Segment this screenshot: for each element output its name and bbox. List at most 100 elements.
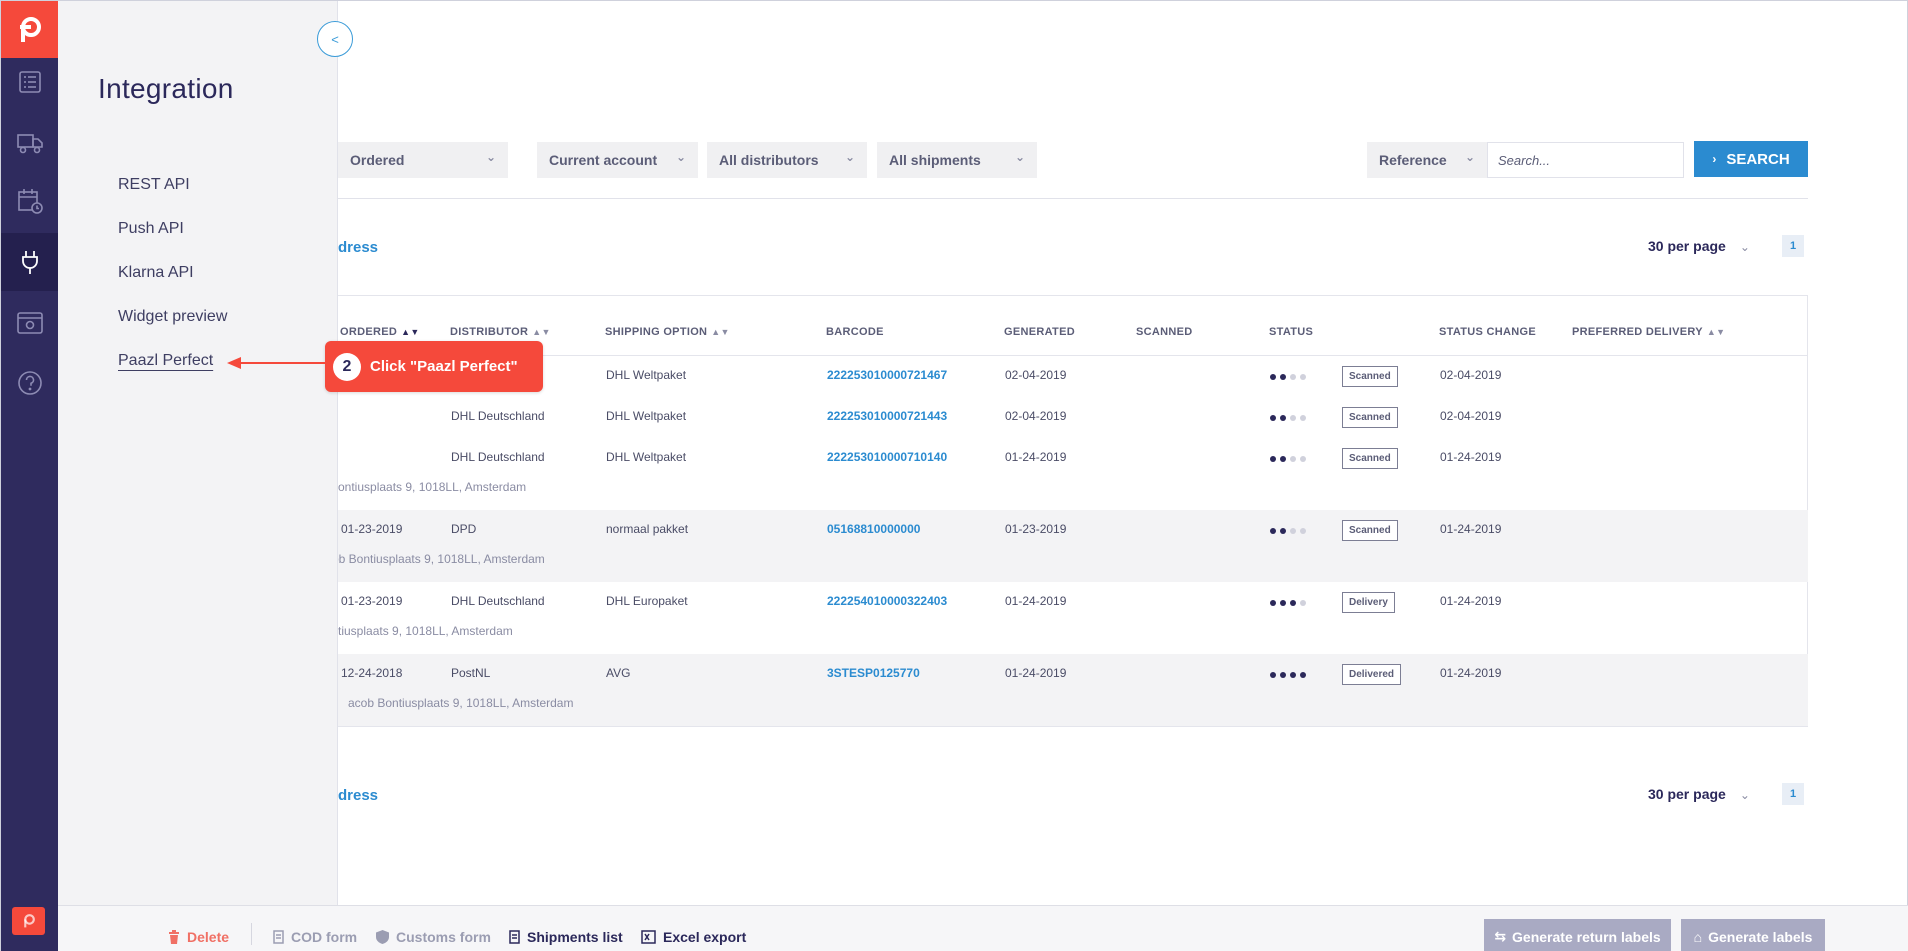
calendar-icon[interactable] [1, 172, 58, 230]
shipments-filter-select[interactable]: All shipments ⌄ [877, 142, 1037, 178]
filters-divider [338, 198, 1808, 199]
cell-ordered: 01-23-2019 [341, 594, 403, 608]
chevron-right-icon: › [1712, 152, 1717, 166]
delete-button[interactable]: Delete [168, 929, 229, 945]
status-filter-value: Ordered [350, 152, 405, 168]
plug-icon[interactable] [1, 233, 58, 291]
account-filter-select[interactable]: Current account ⌄ [537, 142, 698, 178]
cell-generated: 02-04-2019 [1005, 368, 1067, 382]
address-sort-link[interactable]: dress [338, 239, 378, 256]
pagination-page[interactable]: 1 [1782, 783, 1804, 805]
klarna-api-link[interactable]: Klarna API [118, 264, 194, 282]
cell-barcode[interactable]: 222253010000721443 [827, 409, 947, 423]
customs-form-label: Customs form [396, 929, 491, 945]
cell-shipping: DHL Weltpaket [606, 450, 687, 464]
cell-shipping: DHL Weltpaket [606, 368, 687, 382]
header-barcode: BARCODE [826, 326, 884, 338]
status-progress-dots [1270, 374, 1306, 380]
status-progress-dots [1270, 672, 1306, 678]
widget-preview-link[interactable]: Widget preview [118, 308, 227, 326]
orders-list-icon[interactable] [1, 53, 58, 111]
shipments-list-button[interactable]: Shipments list [509, 929, 623, 945]
cell-generated: 01-24-2019 [1005, 594, 1067, 608]
generate-labels-label: Generate labels [1708, 928, 1813, 945]
panel-title: Integration [98, 73, 234, 104]
per-page-select[interactable]: 30 per page ⌄ [1648, 238, 1750, 254]
account-filter-value: Current account [549, 152, 658, 168]
header-shipping-option-label: SHIPPING OPTION [605, 326, 708, 338]
header-status-change: STATUS CHANGE [1439, 326, 1536, 338]
cell-status-change: 01-24-2019 [1440, 594, 1502, 608]
search-button-label: SEARCH [1726, 150, 1790, 168]
cell-ordered: 01-23-2019 [341, 522, 403, 536]
help-icon[interactable] [1, 354, 58, 412]
callout-arrow-icon [227, 357, 329, 369]
header-ordered[interactable]: ORDERED ▲▼ [340, 326, 420, 338]
cell-generated: 01-24-2019 [1005, 666, 1067, 680]
shipments-list-label: Shipments list [527, 929, 623, 945]
status-progress-dots [1270, 528, 1306, 534]
header-status: STATUS [1269, 326, 1314, 338]
header-distributor[interactable]: DISTRIBUTOR ▲▼ [450, 326, 551, 338]
cell-barcode[interactable]: 222254010000322403 [827, 594, 947, 608]
paazl-mini-logo-icon[interactable] [12, 907, 45, 935]
shipment-group[interactable] [338, 582, 1808, 654]
search-field-select[interactable]: Reference ⌄ [1367, 142, 1487, 178]
shipment-group[interactable] [338, 510, 1808, 582]
shield-icon [376, 930, 389, 944]
settings-window-icon[interactable] [1, 294, 58, 352]
app-frame: Integration REST API Push API Klarna API… [0, 0, 1908, 951]
sidebar-rail [1, 1, 58, 951]
cell-barcode[interactable]: 222253010000710140 [827, 450, 947, 464]
shipments-filter-value: All shipments [889, 152, 981, 168]
chevron-down-icon: ⌄ [844, 150, 855, 164]
status-badge: Delivered [1342, 664, 1402, 685]
callout-step-number: 2 [333, 352, 361, 381]
cell-shipping: DHL Weltpaket [606, 409, 687, 423]
cell-distributor: DHL Deutschland [451, 409, 545, 423]
per-page-value: 30 per page [1648, 238, 1726, 254]
generate-labels-button[interactable]: ⌂ Generate labels [1681, 919, 1825, 951]
paazl-perfect-link[interactable]: Paazl Perfect [118, 352, 213, 370]
shipment-group[interactable] [338, 356, 1808, 510]
search-button[interactable]: › SEARCH [1694, 141, 1808, 177]
per-page-select[interactable]: 30 per page ⌄ [1648, 786, 1750, 802]
status-filter-select[interactable]: Ordered ⌄ [338, 142, 508, 178]
search-field-value: Reference [1379, 152, 1447, 168]
cell-barcode[interactable]: 05168810000000 [827, 522, 920, 536]
shipment-address: ob Bontiusplaats 9, 1018LL, Amsterdam [332, 552, 545, 566]
cell-status-change: 01-24-2019 [1440, 522, 1502, 536]
pagination-page[interactable]: 1 [1782, 235, 1804, 257]
distributors-filter-select[interactable]: All distributors ⌄ [707, 142, 867, 178]
cell-barcode[interactable]: 222253010000721467 [827, 368, 947, 382]
integration-panel: Integration REST API Push API Klarna API… [58, 1, 338, 905]
home-icon: ⌂ [1693, 928, 1703, 945]
shipment-address: acob Bontiusplaats 9, 1018LL, Amsterdam [348, 696, 574, 710]
cell-distributor: DHL Deutschland [451, 450, 545, 464]
chevron-down-icon: ⌄ [675, 150, 686, 164]
header-preferred-delivery[interactable]: PREFERRED DELIVERY ▲▼ [1572, 326, 1725, 338]
shipment-group[interactable] [338, 654, 1808, 726]
collapse-panel-button[interactable]: < [317, 21, 353, 57]
excel-export-button[interactable]: Excel export [641, 929, 746, 945]
cell-shipping: normaal pakket [606, 522, 689, 536]
header-ordered-label: ORDERED [340, 326, 398, 338]
excel-export-label: Excel export [663, 929, 747, 945]
cell-distributor: DPD [451, 522, 477, 536]
rest-api-link[interactable]: REST API [118, 176, 190, 194]
search-input[interactable] [1487, 142, 1684, 178]
status-badge: Scanned [1342, 520, 1398, 541]
paazl-logo-icon[interactable] [1, 1, 58, 58]
cod-form-button[interactable]: COD form [273, 929, 357, 945]
address-sort-link[interactable]: dress [338, 787, 378, 804]
distributors-filter-value: All distributors [719, 152, 819, 168]
cell-distributor: PostNL [451, 666, 491, 680]
customs-form-button[interactable]: Customs form [376, 929, 491, 945]
header-preferred-delivery-label: PREFERRED DELIVERY [1572, 326, 1703, 338]
cell-barcode[interactable]: 3STESP0125770 [827, 666, 920, 680]
header-shipping-option[interactable]: SHIPPING OPTION ▲▼ [605, 326, 730, 338]
truck-icon[interactable] [1, 114, 58, 172]
push-api-link[interactable]: Push API [118, 220, 184, 238]
chevron-down-icon: ⌄ [1739, 240, 1750, 254]
generate-return-labels-button[interactable]: ⇆ Generate return labels [1484, 919, 1671, 951]
